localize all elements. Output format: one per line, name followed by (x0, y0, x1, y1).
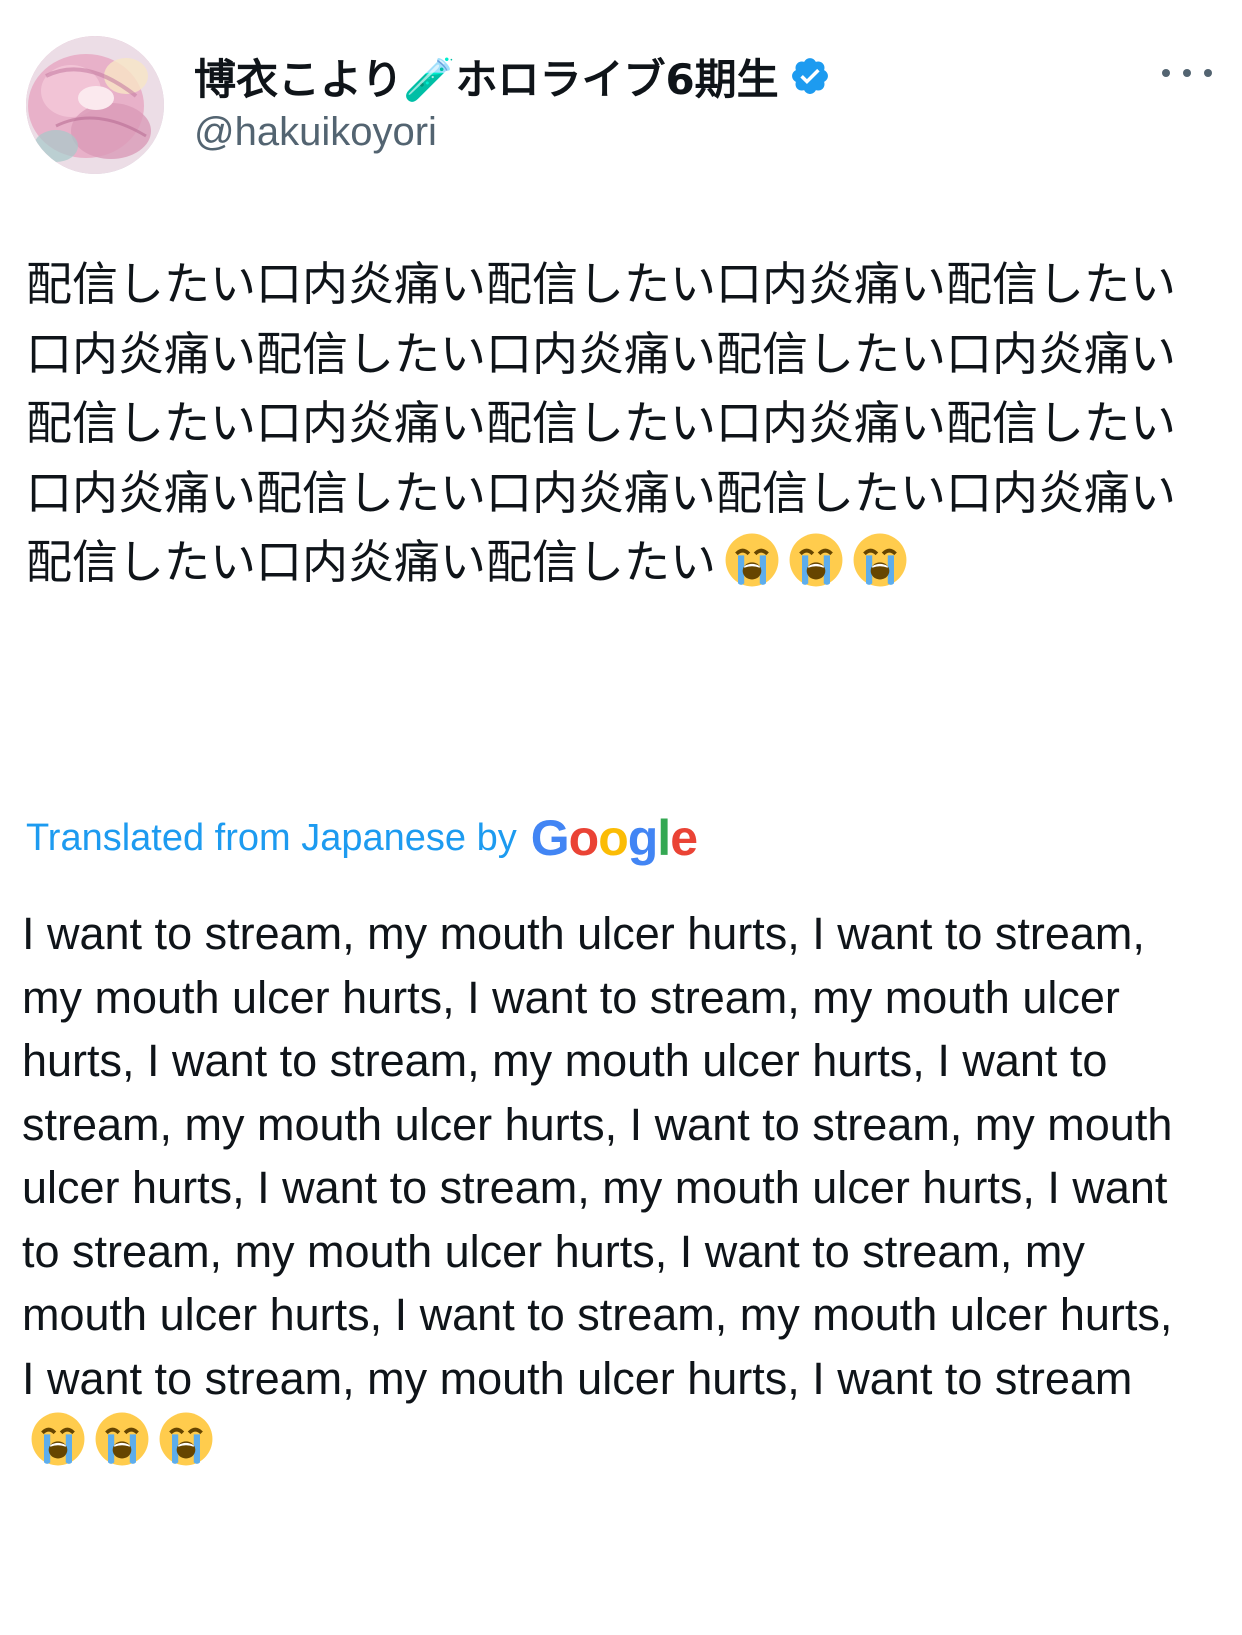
translation-label[interactable]: Translated from Japanese by (26, 817, 517, 860)
more-dot (1204, 69, 1212, 77)
loudly-crying-face-icon (95, 1412, 149, 1466)
tweet-text-original: 配信したい口内炎痛い配信したい口内炎痛い配信したい口内炎痛い配信したい口内炎痛い… (26, 250, 1186, 598)
translation-attribution[interactable]: Translated from Japanese by Google (26, 808, 698, 868)
google-logo: Google (530, 809, 698, 867)
loudly-crying-face-icon (31, 1412, 85, 1466)
google-logo-letter: o (568, 810, 600, 866)
tweet-text-translated-body: I want to stream, my mouth ulcer hurts, … (22, 908, 1173, 1404)
avatar-image (26, 36, 164, 174)
loudly-crying-face-icon (789, 533, 843, 587)
avatar[interactable] (26, 36, 164, 174)
display-name[interactable]: 博衣こより🧪ホロライブ6期生 (194, 46, 779, 107)
google-logo-letter: g (627, 810, 659, 866)
google-logo-letter: o (598, 810, 629, 866)
google-logo-letter: l (657, 810, 671, 866)
loudly-crying-face-icon (159, 1412, 213, 1466)
loudly-crying-face-icon (725, 533, 779, 587)
handle[interactable]: @hakuikoyori (194, 110, 831, 155)
more-options-icon[interactable] (1162, 58, 1212, 88)
loudly-crying-face-icon (853, 533, 907, 587)
google-logo-text: Google (530, 810, 698, 866)
tweet-header: 博衣こより🧪ホロライブ6期生 @hakuikoyori (26, 36, 1216, 176)
google-logo-letter: e (670, 810, 698, 866)
tweet-text-translated: I want to stream, my mouth ulcer hurts, … (22, 902, 1182, 1474)
display-name-row: 博衣こより🧪ホロライブ6期生 (194, 46, 831, 106)
google-logo-letter: G (530, 810, 570, 866)
verified-badge-icon[interactable] (789, 55, 831, 97)
more-dot (1162, 69, 1170, 77)
tweet-text-original-body: 配信したい口内炎痛い配信したい口内炎痛い配信したい口内炎痛い配信したい口内炎痛い… (26, 257, 1176, 589)
more-dot (1183, 69, 1191, 77)
author-names: 博衣こより🧪ホロライブ6期生 @hakuikoyori (194, 46, 831, 155)
